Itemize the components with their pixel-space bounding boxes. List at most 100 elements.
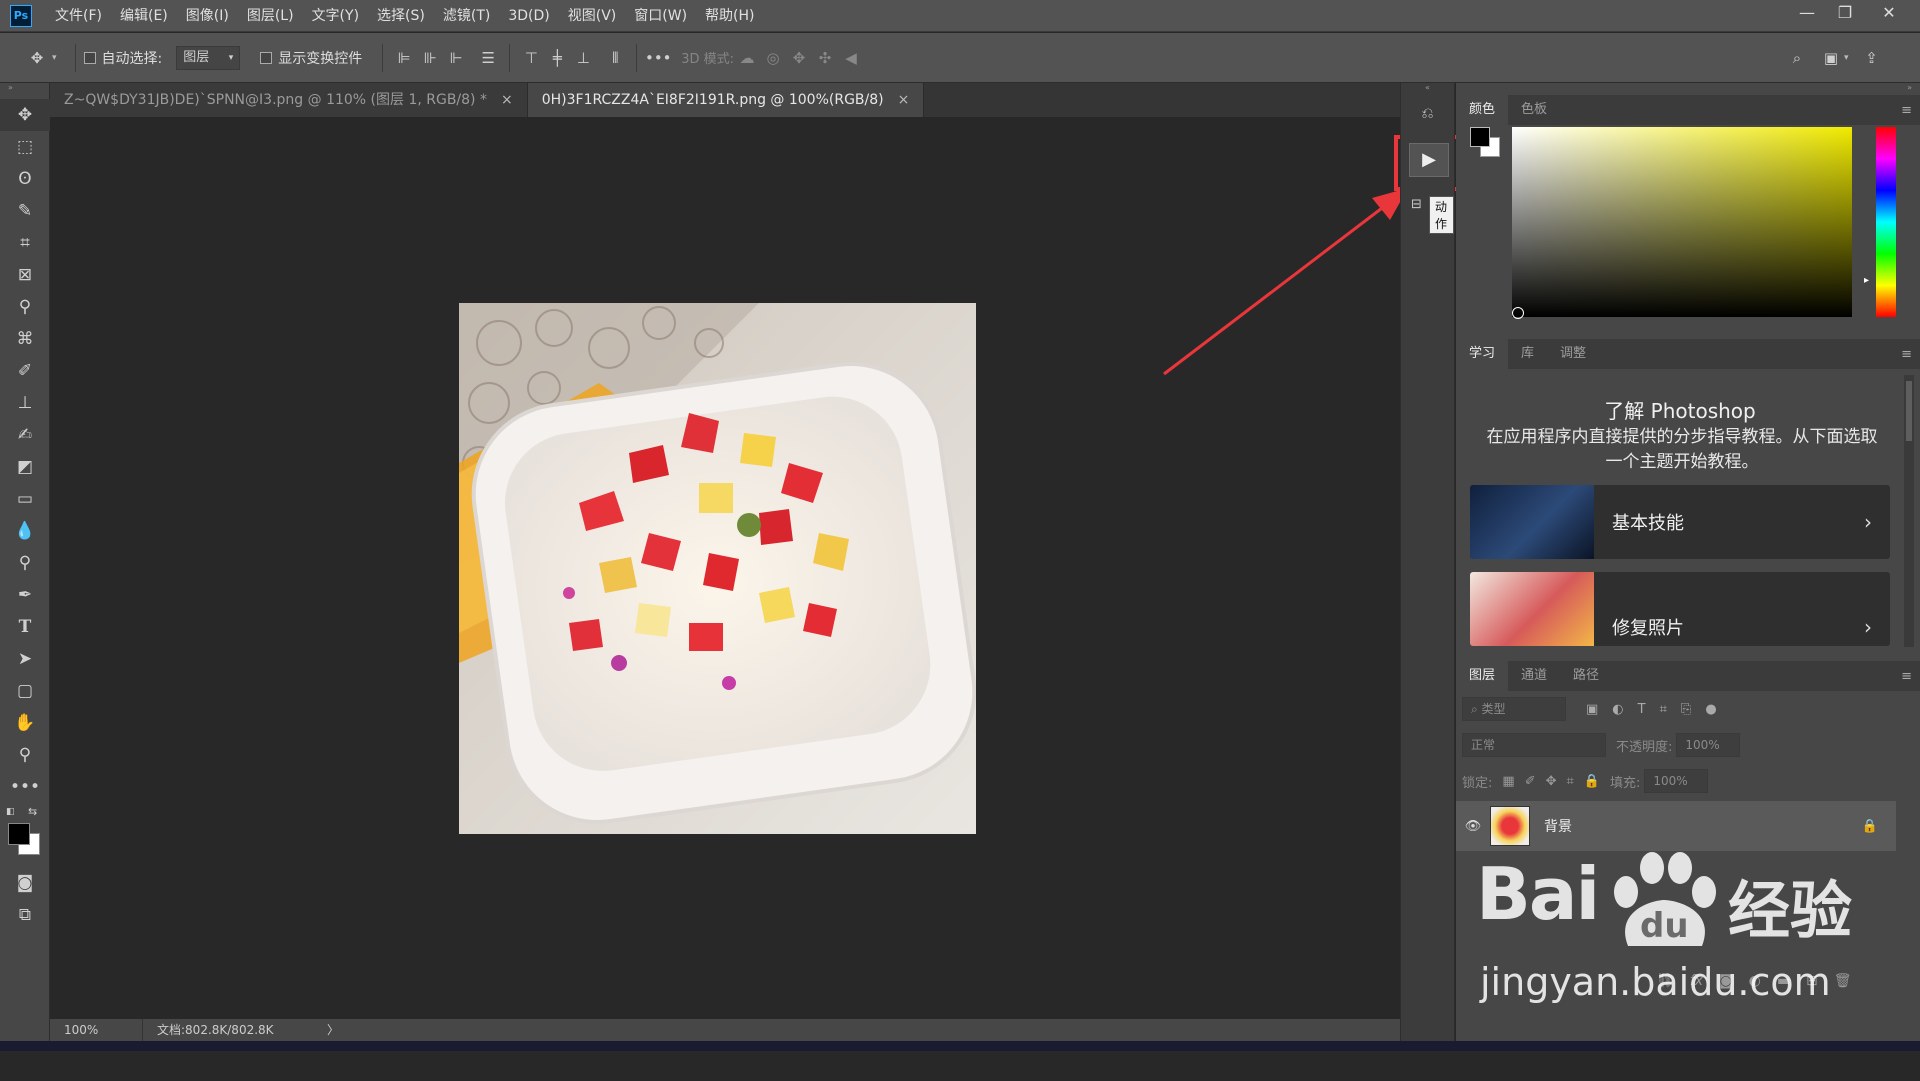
fill-input[interactable]: 100%: [1644, 769, 1709, 793]
chevron-down-icon[interactable]: ▾: [52, 53, 57, 63]
menu-image[interactable]: 图像(I): [177, 0, 238, 32]
menu-view[interactable]: 视图(V): [559, 0, 626, 32]
healing-tool-icon[interactable]: ⌘: [0, 323, 50, 355]
brush-tool-icon[interactable]: ✐: [0, 355, 50, 387]
filter-type-icon[interactable]: T: [1638, 702, 1646, 717]
collapse-icon[interactable]: «: [1401, 83, 1454, 97]
stamp-tool-icon[interactable]: ⊥: [0, 387, 50, 419]
tab-color[interactable]: 颜色: [1456, 95, 1509, 125]
panel-menu-icon[interactable]: ≡: [1901, 669, 1920, 684]
tab-adjustments[interactable]: 调整: [1547, 339, 1599, 369]
menu-file[interactable]: 文件(F): [46, 0, 111, 32]
align-top-icon[interactable]: ⊤: [518, 45, 544, 71]
path-select-tool-icon[interactable]: ➤: [0, 643, 50, 675]
search-icon[interactable]: ⌕: [1784, 45, 1810, 71]
auto-select-dropdown[interactable]: 图层 ▾: [176, 45, 241, 70]
share-icon[interactable]: ⇪: [1859, 45, 1885, 71]
frame-tool-icon[interactable]: ⊠: [0, 259, 50, 291]
eyedropper-tool-icon[interactable]: ⚲: [0, 291, 50, 323]
tab-learn[interactable]: 学习: [1456, 339, 1509, 369]
foreground-color-swatch[interactable]: [1470, 127, 1490, 147]
hue-slider[interactable]: [1876, 127, 1896, 317]
menu-layer[interactable]: 图层(L): [238, 0, 303, 32]
history-brush-tool-icon[interactable]: ✍: [0, 419, 50, 451]
close-icon[interactable]: ×: [501, 92, 513, 108]
filter-shape-icon[interactable]: ⌗: [1660, 702, 1667, 717]
learn-scrollbar[interactable]: [1904, 375, 1914, 647]
color-picker-handle[interactable]: [1512, 307, 1524, 319]
eraser-tool-icon[interactable]: ◩: [0, 451, 50, 483]
collapse-icon[interactable]: »: [0, 83, 49, 99]
distribute-h-icon[interactable]: ⦀: [602, 45, 628, 71]
swap-colors-icon[interactable]: ⇆: [28, 805, 37, 818]
tab-channels[interactable]: 通道: [1508, 661, 1560, 691]
properties-panel-icon[interactable]: ⊟: [1411, 197, 1422, 212]
slide-3d-icon[interactable]: ✣: [812, 45, 838, 71]
distribute-v-icon[interactable]: ☰: [475, 45, 501, 71]
lock-position-icon[interactable]: ✥: [1546, 774, 1557, 789]
restore-icon[interactable]: ❐: [1826, 0, 1864, 28]
minimize-icon[interactable]: —: [1788, 0, 1826, 28]
lasso-tool-icon[interactable]: ʘ: [0, 163, 50, 195]
layer-filter-dropdown[interactable]: ⌕ 类型: [1462, 697, 1566, 721]
quick-mask-icon[interactable]: ◙: [0, 867, 50, 899]
crop-tool-icon[interactable]: ⌗: [0, 227, 50, 259]
opacity-input[interactable]: 100%: [1676, 733, 1741, 757]
blur-tool-icon[interactable]: 💧: [0, 515, 50, 547]
visibility-eye-icon[interactable]: 👁: [1456, 819, 1490, 834]
panel-menu-icon[interactable]: ≡: [1901, 347, 1920, 362]
menu-3d[interactable]: 3D(D): [499, 0, 558, 32]
color-field[interactable]: [1512, 127, 1852, 319]
align-bottom-icon[interactable]: ⊥: [570, 45, 596, 71]
filter-smart-icon[interactable]: ⎘: [1681, 702, 1691, 717]
menu-type[interactable]: 文字(Y): [303, 0, 368, 32]
move-tool-icon[interactable]: ✥: [24, 45, 50, 71]
close-icon[interactable]: ×: [898, 92, 910, 108]
menu-help[interactable]: 帮助(H): [696, 0, 763, 32]
pen-tool-icon[interactable]: ✒: [0, 579, 50, 611]
tab-document-2[interactable]: 0H)3F1RCZZ4A`EI8F2I191R.png @ 100%(RGB/8…: [527, 83, 925, 117]
screen-mode-icon[interactable]: ⧉: [0, 899, 50, 931]
menu-select[interactable]: 选择(S): [368, 0, 434, 32]
learn-card-basics[interactable]: 基本技能 ›: [1470, 485, 1890, 559]
tab-paths[interactable]: 路径: [1560, 661, 1612, 691]
actions-panel-icon[interactable]: ▶: [1409, 143, 1449, 177]
close-icon[interactable]: ✕: [1864, 0, 1914, 28]
history-panel-icon[interactable]: ⎌: [1401, 97, 1454, 129]
show-transform-checkbox[interactable]: [260, 51, 273, 64]
zoom-tool-icon[interactable]: ⚲: [0, 739, 50, 771]
default-colors-icon[interactable]: ◧: [6, 807, 15, 817]
filter-adjust-icon[interactable]: ◐: [1612, 702, 1623, 717]
layer-name[interactable]: 背景: [1544, 816, 1572, 836]
more-icon[interactable]: •••: [645, 45, 672, 71]
align-vcenter-icon[interactable]: ╪: [544, 45, 570, 71]
marquee-tool-icon[interactable]: ⬚: [0, 131, 50, 163]
pan-3d-icon[interactable]: ✥: [786, 45, 812, 71]
auto-select-checkbox[interactable]: [83, 51, 96, 64]
filter-toggle-icon[interactable]: ●: [1705, 702, 1716, 717]
lock-transparency-icon[interactable]: ▦: [1502, 774, 1514, 789]
move-tool-icon[interactable]: ✥: [0, 99, 50, 131]
more-tools-icon[interactable]: •••: [0, 771, 50, 803]
document-image[interactable]: [459, 303, 976, 834]
align-right-icon[interactable]: ⊩: [443, 45, 469, 71]
orbit-3d-icon[interactable]: ☁: [734, 45, 760, 71]
status-expand-icon[interactable]: 〉: [327, 1019, 339, 1041]
quick-select-tool-icon[interactable]: ✎: [0, 195, 50, 227]
align-left-icon[interactable]: ⊫: [391, 45, 417, 71]
tab-document-1[interactable]: Z~QW$DY31JB)DE)`SPNN@I3.png @ 110% (图层 1…: [50, 83, 528, 117]
lock-all-icon[interactable]: 🔒: [1584, 774, 1600, 789]
collapse-icon[interactable]: »: [1456, 83, 1920, 95]
lock-artboard-icon[interactable]: ⌗: [1567, 774, 1574, 789]
zoom-level[interactable]: 100%: [50, 1019, 142, 1041]
menu-window[interactable]: 窗口(W): [625, 0, 696, 32]
lock-pixels-icon[interactable]: ✐: [1525, 774, 1536, 789]
blend-mode-dropdown[interactable]: 正常: [1462, 733, 1606, 757]
shape-tool-icon[interactable]: ▢: [0, 675, 50, 707]
tab-swatches[interactable]: 色板: [1508, 95, 1560, 125]
roll-3d-icon[interactable]: ◎: [760, 45, 786, 71]
hue-slider-handle[interactable]: ▸: [1864, 275, 1869, 286]
type-tool-icon[interactable]: T: [0, 611, 50, 643]
panel-menu-icon[interactable]: ≡: [1901, 103, 1920, 118]
gradient-tool-icon[interactable]: ▭: [0, 483, 50, 515]
